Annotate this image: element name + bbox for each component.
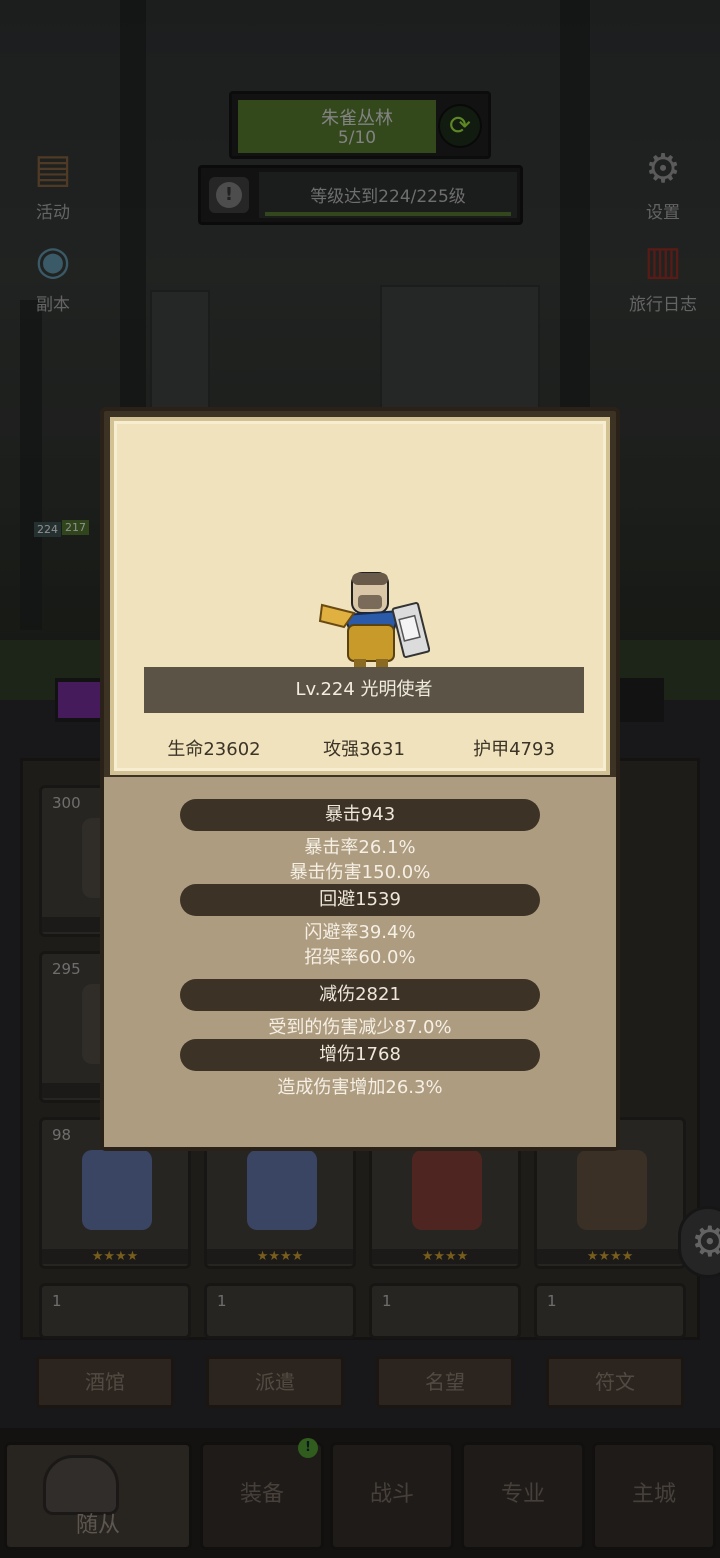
- crit-rate: 暴击率26.1%: [304, 837, 416, 858]
- hp-stat: 生命23602: [167, 739, 261, 760]
- dodge-rate: 闪避率39.4%: [304, 922, 416, 943]
- crit-header: 暴击943: [180, 799, 540, 831]
- dodge-header: 回避1539: [180, 884, 540, 916]
- attack-stat: 攻强3631: [323, 739, 405, 760]
- damage-reduction-header: 减伤2821: [180, 979, 540, 1011]
- hero-portrait-panel: Lv.224 光明使者 生命23602 攻强3631 护甲4793: [110, 417, 610, 775]
- paladin-hero-sprite: [318, 572, 430, 669]
- damage-dealt-increase: 造成伤害增加26.3%: [277, 1077, 443, 1098]
- hero-stats-panel: 暴击943 暴击率26.1% 暴击伤害150.0% 回避1539 闪避率39.4…: [104, 777, 616, 1147]
- damage-boost-header: 增伤1768: [180, 1039, 540, 1071]
- damage-taken-reduction: 受到的伤害减少87.0%: [268, 1017, 452, 1038]
- hero-name: Lv.224 光明使者: [144, 667, 584, 713]
- parry-rate: 招架率60.0%: [304, 947, 416, 968]
- crit-damage: 暴击伤害150.0%: [289, 862, 431, 883]
- armor-stat: 护甲4793: [473, 739, 555, 760]
- hero-detail-modal: Lv.224 光明使者 生命23602 攻强3631 护甲4793 暴击943 …: [100, 407, 620, 1151]
